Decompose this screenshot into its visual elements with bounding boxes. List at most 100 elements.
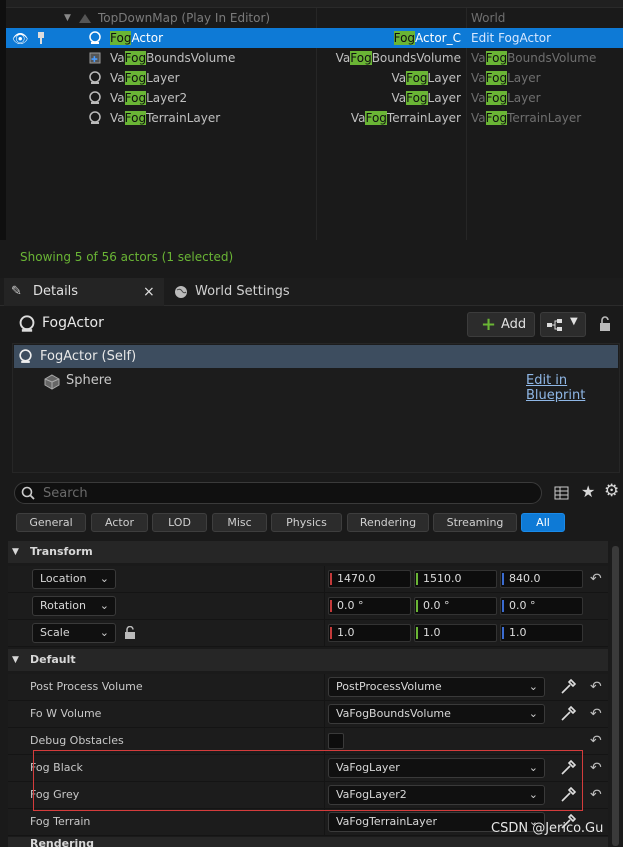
actor-icon (89, 91, 101, 104)
search-input[interactable] (41, 484, 531, 502)
component-sphere[interactable]: Sphere (66, 373, 112, 388)
scale-z-field[interactable]: 1.0 (500, 624, 583, 642)
chevron-down-icon: ⌄ (528, 707, 538, 720)
unlock-icon[interactable] (124, 626, 136, 640)
globe-icon (175, 286, 187, 298)
gear-icon[interactable]: ⚙ (604, 481, 619, 501)
reset-arrow-icon[interactable]: ↶ (590, 728, 602, 754)
chevron-down-icon: ⌄ (99, 572, 109, 585)
column-divider (324, 809, 325, 835)
eyedropper-icon[interactable] (558, 677, 578, 697)
component-self-row[interactable]: FogActor (Self) (14, 345, 618, 368)
reset-arrow-icon[interactable]: ↶ (590, 674, 602, 700)
column-divider (324, 674, 325, 700)
scale-mode-select[interactable]: Scale ⌄ (32, 623, 116, 643)
scale-y-field[interactable]: 1.0 (414, 624, 497, 642)
favorite-star-icon[interactable]: ★ (581, 482, 595, 501)
filter-all[interactable]: All (521, 513, 565, 532)
table-view-icon[interactable] (554, 486, 569, 500)
filter-streaming[interactable]: Streaming (433, 513, 517, 532)
fog-black-select[interactable]: VaFogLayer ⌄ (328, 758, 545, 778)
chevron-down-icon: ⌄ (99, 626, 109, 639)
blueprint-options-button[interactable]: ▼ (540, 312, 586, 337)
location-y-field[interactable]: 1510.0 (414, 570, 497, 588)
fow-volume-select[interactable]: VaFogBoundsVolume ⌄ (328, 704, 545, 724)
location-mode-select[interactable]: Location ⌄ (32, 569, 116, 589)
pencil-icon: ✎ (11, 284, 22, 299)
eyedropper-icon[interactable] (558, 785, 578, 805)
filter-misc[interactable]: Misc (212, 513, 267, 532)
outliner-row-vafogboundsvolume[interactable]: ✚ VaFogBoundsVolume VaFogBoundsVolume Va… (6, 48, 623, 68)
actor-name[interactable]: FogActor (42, 315, 104, 331)
filter-general[interactable]: General (16, 513, 86, 532)
tab-details[interactable]: ✎ Details × (4, 278, 164, 306)
category-default[interactable]: ▼ Default (8, 649, 608, 671)
world-name: TopDownMap (Play In Editor) (98, 11, 271, 25)
unlock-icon[interactable] (598, 316, 612, 332)
debug-obstacles-checkbox[interactable] (328, 733, 344, 749)
actor-label: FogActor (110, 31, 164, 45)
rotation-x-field[interactable]: 0.0 ° (328, 597, 411, 615)
filter-lod[interactable]: LOD (152, 513, 207, 532)
component-label: FogActor (Self) (40, 349, 137, 364)
post-process-volume-select[interactable]: PostProcessVolume ⌄ (328, 677, 545, 697)
outliner-row-vafoglayer2[interactable]: VaFogLayer2 VaFogLayer VaFogLayer (6, 88, 623, 108)
column-divider (324, 620, 325, 646)
tab-label: Details (33, 284, 79, 299)
location-x-field[interactable]: 1470.0 (328, 570, 411, 588)
details-search[interactable] (14, 482, 542, 504)
outliner-world-row[interactable]: ▼ TopDownMap (Play In Editor) World (6, 8, 623, 28)
chevron-down-icon: ⌄ (528, 761, 538, 774)
reset-arrow-icon[interactable]: ↶ (590, 755, 602, 781)
volume-icon: ✚ (89, 52, 101, 64)
eyedropper-icon[interactable] (558, 758, 578, 778)
filter-physics[interactable]: Physics (271, 513, 342, 532)
category-transform[interactable]: ▼ Transform (8, 541, 608, 563)
reset-arrow-icon[interactable]: ↶ (590, 701, 602, 727)
actor-icon (19, 315, 35, 332)
edit-in-blueprint-link[interactable]: Edit in Blueprint (526, 373, 623, 403)
outliner-row-vafogterrainlayer[interactable]: VaFogTerrainLayer VaFogTerrainLayer VaFo… (6, 108, 623, 128)
actor-label: VaFogLayer (110, 71, 180, 85)
collapse-arrow-icon[interactable]: ▼ (64, 8, 71, 28)
category-rendering[interactable]: Rendering (8, 837, 608, 847)
tab-world-settings[interactable]: World Settings (170, 278, 300, 306)
rotation-mode-select[interactable]: Rotation ⌄ (32, 596, 116, 616)
eyedropper-icon[interactable] (558, 704, 578, 724)
pin-icon[interactable] (36, 31, 46, 45)
outliner-row-vafoglayer[interactable]: VaFogLayer VaFogLayer VaFogLayer (6, 68, 623, 88)
filter-actor[interactable]: Actor (91, 513, 148, 532)
property-debug-obstacles: Debug Obstacles ↶ (8, 728, 608, 755)
edit-actor-link[interactable]: Edit FogActor (471, 28, 551, 48)
property-location: Location ⌄ 1470.0 1510.0 840.0 ↶ (8, 566, 608, 593)
scale-x-field[interactable]: 1.0 (328, 624, 411, 642)
rotation-y-field[interactable]: 0.0 ° (414, 597, 497, 615)
details-scrollbar-thumb[interactable] (612, 546, 619, 846)
outliner-row-fogactor[interactable]: 👁 FogActor FogActor_C Edit FogActor (6, 28, 623, 48)
svg-text:✚: ✚ (91, 55, 98, 64)
chevron-down-icon: ⌄ (528, 788, 538, 801)
chevron-down-icon: ⌄ (528, 680, 538, 693)
rotation-z-field[interactable]: 0.0 ° (500, 597, 583, 615)
actor-type: VaFogLayer (391, 71, 461, 85)
category-title: Transform (30, 545, 93, 558)
actor-class: VaFogBoundsVolume (471, 51, 597, 65)
close-icon[interactable]: × (143, 278, 155, 306)
map-icon (79, 14, 91, 23)
property-label: Fog Black (30, 761, 83, 774)
column-divider (324, 782, 325, 808)
visibility-eye-icon[interactable]: 👁 (12, 30, 29, 50)
reset-arrow-icon[interactable]: ↶ (590, 566, 602, 592)
actor-icon (89, 111, 101, 124)
world-type: World (471, 11, 506, 25)
column-divider (324, 593, 325, 619)
tab-label: World Settings (195, 284, 290, 299)
outliner-column-header (0, 0, 623, 8)
filter-rendering[interactable]: Rendering (347, 513, 429, 532)
add-component-button[interactable]: + Add (467, 312, 535, 337)
column-divider (324, 755, 325, 781)
location-z-field[interactable]: 840.0 (500, 570, 583, 588)
reset-arrow-icon[interactable]: ↶ (590, 782, 602, 808)
fog-grey-select[interactable]: VaFogLayer2 ⌄ (328, 785, 545, 805)
watermark: CSDN @Jerico.Gu (491, 821, 604, 836)
